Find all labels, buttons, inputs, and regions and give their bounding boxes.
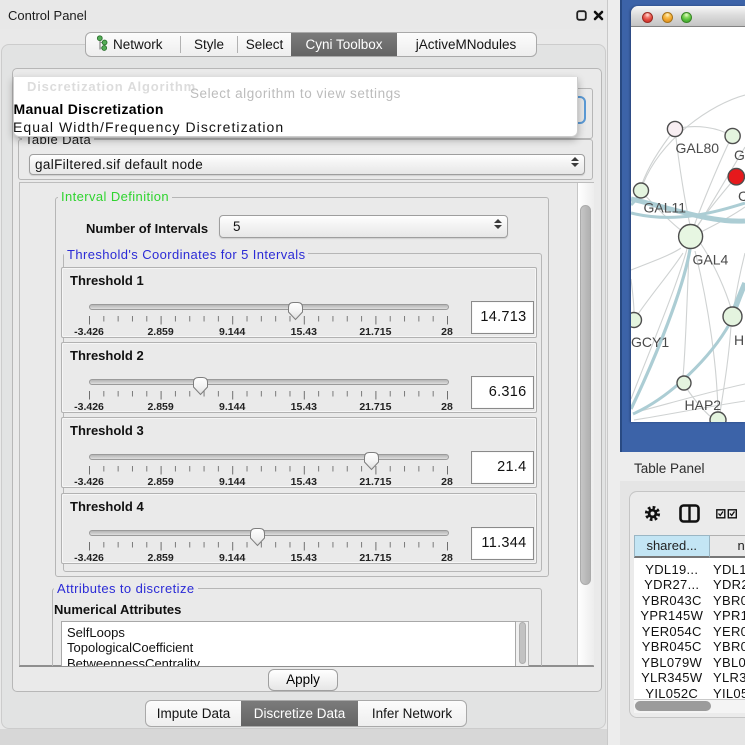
svg-text:GA: GA	[734, 147, 745, 163]
svg-text:GAL11: GAL11	[644, 200, 687, 216]
svg-text:C: C	[738, 188, 745, 204]
svg-text:GCY1: GCY1	[631, 334, 669, 350]
svg-text:HAP2: HAP2	[685, 397, 722, 413]
svg-text:H: H	[734, 332, 744, 348]
svg-text:GAL80: GAL80	[676, 140, 720, 156]
svg-text:GAL4: GAL4	[693, 252, 729, 268]
